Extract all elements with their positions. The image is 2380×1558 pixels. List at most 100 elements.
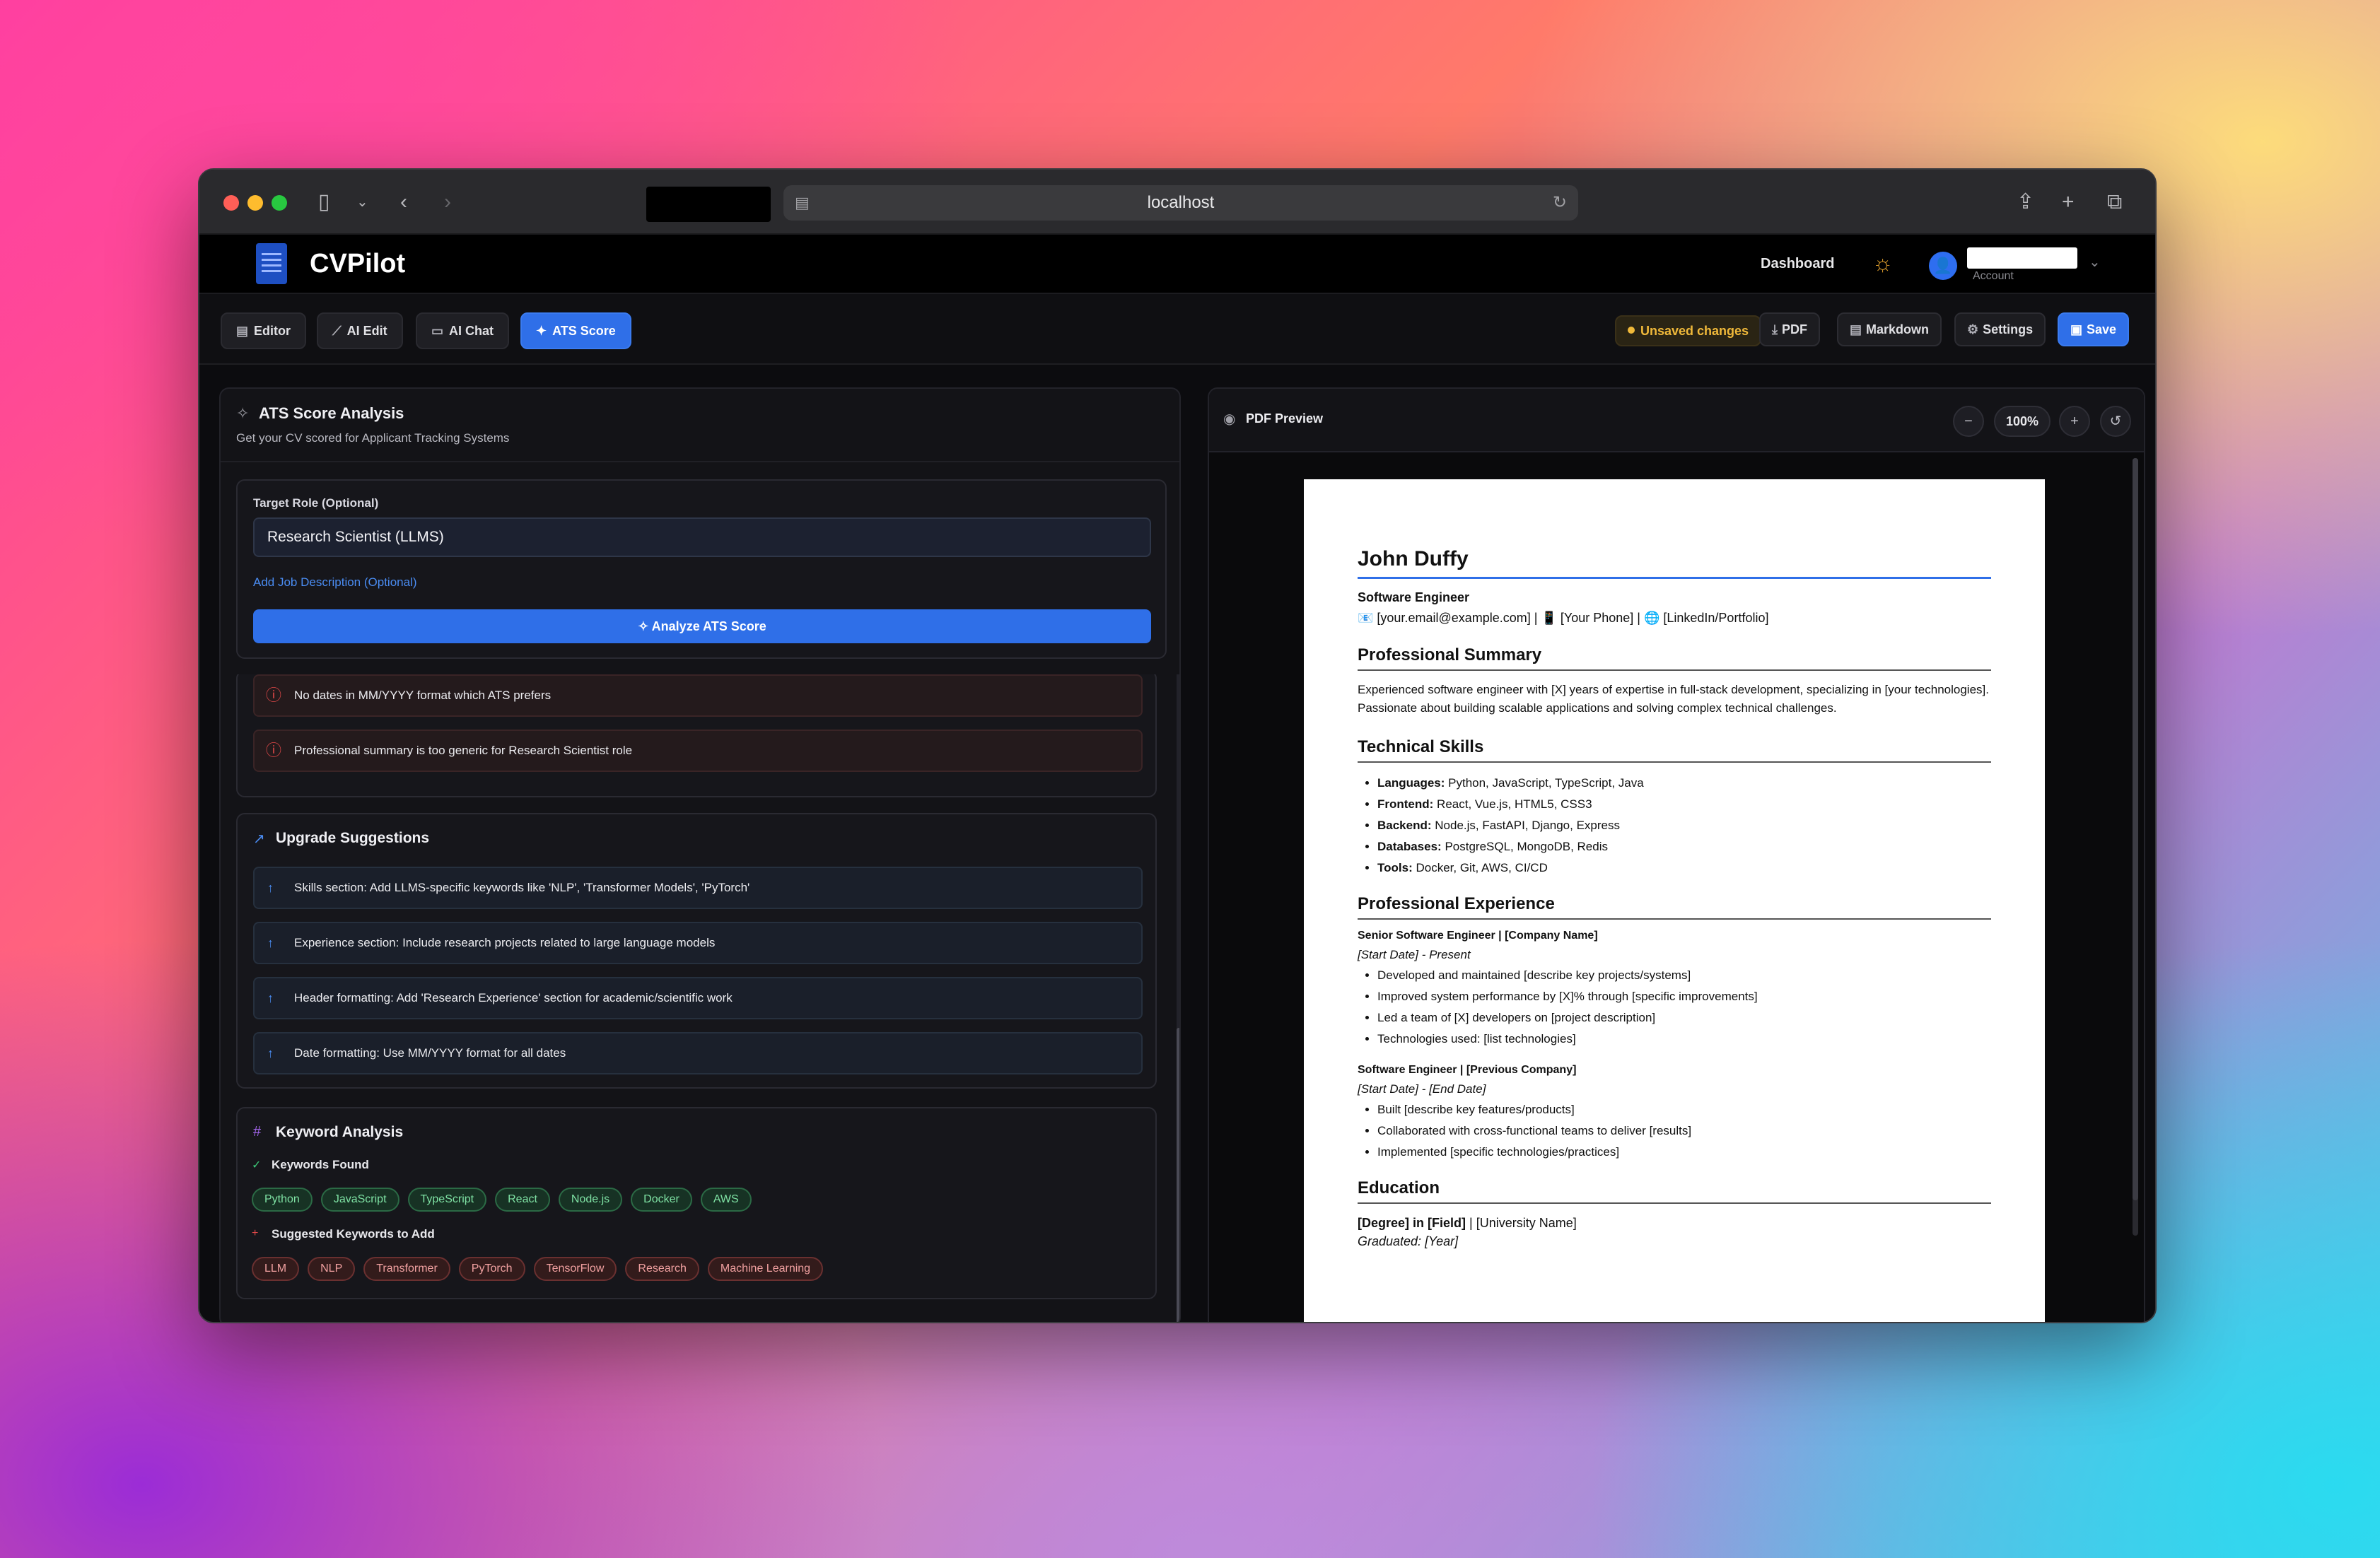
preview-scrollbar[interactable] [2133,458,2138,1236]
preview-title: PDF Preview [1246,411,1324,426]
scrollbar-thumb[interactable] [2133,458,2138,1200]
brand-name[interactable]: CVPilot [310,249,405,279]
skill-key: Languages: [1377,776,1445,790]
tabs-overview-icon[interactable]: ⧉ [2107,188,2122,216]
account-name-redacted [1967,247,2077,269]
scrollbar-thumb[interactable] [1177,1028,1179,1322]
tab-ai-edit[interactable]: ⟋ AI Edit [317,312,403,349]
zoom-in-button[interactable]: + [2059,406,2090,437]
hash-icon: # [253,1124,262,1140]
issue-item: ⓘ No dates in MM/YYYY format which ATS pr… [253,674,1143,717]
tab-ats-score[interactable]: ✦ ATS Score [520,312,631,349]
ats-header: ✧ ATS Score Analysis Get your CV scored … [221,389,1179,462]
user-avatar[interactable]: 👤 [1929,252,1957,280]
suggestion-text: Experience section: Include research pro… [294,936,716,949]
alert-circle-icon: ⓘ [266,686,282,704]
reload-icon[interactable]: ↻ [1553,192,1567,213]
sparkle-icon: ✧ [236,404,250,422]
cv-graduated: Graduated: [Year] [1358,1234,1459,1248]
chevron-down-icon[interactable]: ⌄ [2089,253,2101,271]
keyword-chip: AWS [700,1188,752,1212]
results-scroll-area[interactable]: ⓘ No dates in MM/YYYY format which ATS pr… [221,674,1179,1322]
close-window-button[interactable] [223,195,239,211]
skill-item: Tools: Docker, Git, AWS, CI/CD [1377,857,1991,879]
skill-item: Databases: PostgreSQL, MongoDB, Redis [1377,836,1991,857]
eye-icon: ◉ [1223,411,1236,427]
wand-icon: ⟋ [332,324,342,338]
suggested-keyword-chip: LLM [252,1257,300,1281]
cv-section-heading: Professional Experience [1358,894,1991,920]
target-role-card: Target Role (Optional) Research Scientis… [236,479,1167,659]
issue-text: Professional summary is too generic for … [294,744,633,757]
export-pdf-label: PDF [1781,322,1807,336]
reset-zoom-button[interactable]: ↺ [2100,406,2131,437]
preview-header: ◉ PDF Preview − 100% + ↺ [1209,389,2144,452]
skill-item: Languages: Python, JavaScript, TypeScrip… [1377,773,1991,794]
add-job-description-link[interactable]: Add Job Description (Optional) [253,575,417,590]
cv-section-heading: Professional Summary [1358,645,1991,671]
save-label: Save [2087,322,2117,336]
editor-toolbar: ▤ Editor ⟋ AI Edit ▭ AI Chat ✦ ATS Score Uns… [199,294,2155,365]
chevron-down-icon[interactable]: ⌄ [356,188,368,216]
zoom-window-button[interactable] [272,195,287,211]
suggestions-title: Upgrade Suggestions [276,830,430,846]
minimize-window-button[interactable] [247,195,263,211]
save-button[interactable]: ▣ Save [2058,312,2130,346]
url-text: localhost [1147,193,1215,212]
issues-card: ⓘ No dates in MM/YYYY format which ATS pr… [236,674,1157,797]
keyword-analysis-card: # Keyword Analysis ✓ Keywords Found Pyth… [236,1107,1157,1299]
forward-icon[interactable]: › [444,188,451,216]
back-icon[interactable]: ‹ [400,188,407,216]
zoom-out-button[interactable]: − [1953,406,1984,437]
ats-title: ATS Score Analysis [259,404,404,422]
skill-item: Frontend: React, Vue.js, HTML5, CSS3 [1377,794,1991,815]
target-role-input[interactable]: Research Scientist (LLMS) [253,517,1151,557]
settings-button[interactable]: ⚙ Settings [1954,312,2046,346]
suggested-keywords-label: Suggested Keywords to Add [272,1227,435,1241]
reset-icon: ↺ [2109,414,2122,429]
tab-editor[interactable]: ▤ Editor [221,312,307,349]
suggestion-item: ↑ Header formatting: Add 'Research Experi… [253,977,1143,1019]
zoom-in-icon: + [2070,414,2079,429]
zoom-level: 100% [1994,406,2051,437]
cv-graduation: Graduated: [Year] [1358,1232,1991,1250]
sun-icon[interactable]: ☼ [1872,250,1893,276]
export-markdown-label: Markdown [1866,322,1930,336]
new-tab-icon[interactable]: + [2062,188,2075,216]
keywords-title: Keyword Analysis [276,1124,404,1140]
cv-job-date: [Start Date] - [End Date] [1358,1082,1486,1096]
sidebar-icon[interactable]: ▯ [318,188,330,216]
export-pdf-button[interactable]: ⤓ PDF [1759,312,1820,346]
share-icon[interactable]: ⇪ [2017,188,2034,216]
cv-name: John Duffy [1358,547,1991,579]
pdf-preview-panel: ◉ PDF Preview − 100% + ↺ John Duffy Soft… [1208,387,2145,1322]
document-icon: ▤ [236,324,249,338]
analyze-ats-button[interactable]: ✧ Analyze ATS Score [253,609,1151,643]
tab-ai-chat[interactable]: ▭ AI Chat [416,312,510,349]
document-icon: ▤ [1850,322,1862,336]
ats-subtitle: Get your CV scored for Applicant Trackin… [236,431,510,445]
keyword-chip: Python [252,1188,313,1212]
download-icon: ⤓ [1772,322,1778,336]
dashboard-link[interactable]: Dashboard [1761,256,1834,272]
chat-icon: ▭ [431,324,444,338]
export-markdown-button[interactable]: ▤ Markdown [1837,312,1942,346]
suggestion-item: ↑ Skills section: Add LLMS-specific keywo… [253,867,1143,909]
unsaved-label: Unsaved changes [1640,324,1749,338]
address-bar[interactable]: ▤ localhost ↻ [783,185,1578,221]
ats-scrollbar[interactable] [1177,674,1179,1322]
cv-bullet: Technologies used: [list technologies] [1377,1029,1991,1050]
cv-skills-list: Languages: Python, JavaScript, TypeScrip… [1358,773,1991,879]
account-label: Account [1973,270,2014,282]
suggested-keywords-list: LLM NLP Transformer PyTorch TensorFlow R… [252,1257,824,1281]
cv-degree: [Degree] in [Field] [1358,1216,1466,1230]
plus-icon: + [252,1227,259,1239]
cv-contact: 📧 [your.email@example.com] | 📱 [Your Pho… [1358,611,1769,625]
cv-page: John Duffy Software Engineer 📧 [your.ema… [1304,479,2045,1322]
suggested-keyword-chip: Machine Learning [707,1257,824,1281]
app-header: CVPilot Dashboard ☼ 👤 Account ⌄ [199,235,2155,294]
cv-job-title: Senior Software Engineer | [Company Name… [1358,930,1598,942]
tab-ai-chat-label: AI Chat [449,324,494,338]
skill-key: Databases: [1377,840,1442,853]
suggested-keyword-chip: TensorFlow [533,1257,617,1281]
